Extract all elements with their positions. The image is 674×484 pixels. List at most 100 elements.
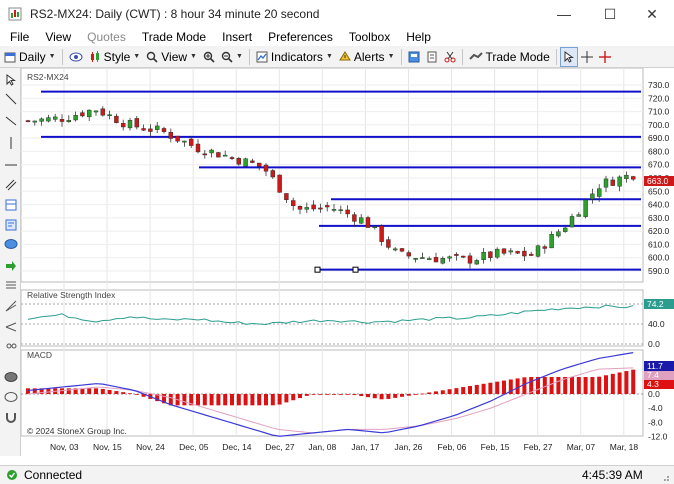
macd-histogram-bar bbox=[26, 388, 30, 394]
view-menu-button[interactable]: View ▼ bbox=[143, 47, 200, 67]
price-panel[interactable] bbox=[20, 67, 644, 283]
candle-up bbox=[413, 258, 418, 260]
macd-histogram-bar bbox=[291, 394, 296, 401]
candle-down bbox=[141, 128, 146, 131]
pattern-tool-button[interactable] bbox=[3, 277, 18, 292]
cycle-icon bbox=[6, 343, 16, 348]
ellipse-tool-button[interactable] bbox=[3, 236, 18, 251]
macd-histogram-bar bbox=[468, 385, 472, 394]
menu-bar: File View Quotes Trade Mode Insert Prefe… bbox=[0, 28, 674, 46]
pitchfork-tool-button[interactable] bbox=[3, 319, 18, 334]
macd-histogram-bar bbox=[46, 388, 51, 394]
trade-mode-button[interactable]: Trade Mode bbox=[466, 47, 553, 67]
zoom-out-button[interactable]: ▼ bbox=[218, 47, 246, 67]
alert-icon bbox=[338, 50, 351, 60]
menu-toolbox[interactable]: Toolbox bbox=[341, 30, 398, 44]
macd-axis-label: 0.0 bbox=[648, 389, 660, 399]
arrow-tool-button[interactable] bbox=[3, 258, 18, 273]
vertical-line-tool-button[interactable] bbox=[3, 135, 18, 150]
chart-area[interactable]: 80.040.00.0 4.00.0-4.0-8.0-12.0 730.0720… bbox=[20, 67, 674, 456]
save-layout-button[interactable] bbox=[405, 47, 423, 67]
ray-icon bbox=[5, 116, 16, 125]
connection-status: Connected bbox=[24, 468, 83, 482]
crosshair-red-tool-button[interactable] bbox=[596, 47, 614, 67]
lock-tool-button[interactable] bbox=[3, 389, 18, 404]
macd-histogram-bar bbox=[631, 369, 636, 394]
fibonacci-tool-button[interactable] bbox=[3, 197, 18, 212]
macd-histogram-bar bbox=[311, 394, 316, 395]
crosshair-tool-button[interactable] bbox=[578, 47, 596, 67]
macd-histogram-bar bbox=[617, 372, 622, 394]
horizontal-line-tool-button[interactable] bbox=[3, 157, 18, 172]
rsi-axis-label: 0.0 bbox=[648, 339, 660, 349]
menu-trade-mode[interactable]: Trade Mode bbox=[134, 30, 214, 44]
eye-button[interactable] bbox=[66, 47, 86, 67]
interval-selector[interactable]: Daily ▼ bbox=[0, 47, 59, 67]
candle-down bbox=[161, 128, 167, 132]
select-tool-button[interactable] bbox=[3, 72, 18, 87]
chart-canvas[interactable]: 80.040.00.0 4.00.0-4.0-8.0-12.0 730.0720… bbox=[20, 67, 674, 456]
candle-up bbox=[617, 176, 622, 187]
ray-tool-button[interactable] bbox=[3, 113, 18, 128]
macd-histogram-bar bbox=[372, 394, 377, 399]
trendline-tool-button[interactable] bbox=[3, 91, 18, 106]
menu-insert[interactable]: Insert bbox=[214, 30, 260, 44]
candle-down bbox=[188, 138, 194, 146]
macd-histogram-bar bbox=[393, 394, 398, 398]
minimize-button[interactable]: — bbox=[542, 0, 586, 28]
alerts-menu-button[interactable]: Alerts ▼ bbox=[336, 47, 398, 67]
channel-icon bbox=[5, 179, 16, 190]
candlestick-icon bbox=[90, 50, 99, 62]
price-axis-label: 600.0 bbox=[648, 253, 670, 263]
rsi-panel-label: Relative Strength Index bbox=[27, 290, 116, 300]
price-axis-label: 730.0 bbox=[648, 80, 670, 90]
template-button[interactable] bbox=[423, 47, 441, 67]
text-tool-button[interactable] bbox=[3, 217, 18, 232]
date-axis-label: Nov, 15 bbox=[93, 442, 122, 452]
menu-view[interactable]: View bbox=[37, 30, 79, 44]
indicators-menu-button[interactable]: Indicators ▼ bbox=[253, 47, 336, 67]
channel-tool-button[interactable] bbox=[3, 177, 18, 192]
indicators-icon bbox=[256, 51, 268, 62]
price-axis-label: 670.0 bbox=[648, 160, 670, 170]
candle-down bbox=[467, 255, 473, 264]
close-button[interactable]: ✕ bbox=[630, 0, 674, 28]
candle-up bbox=[597, 188, 602, 197]
candle-up bbox=[304, 207, 309, 210]
maximize-button[interactable]: ☐ bbox=[588, 0, 632, 28]
menu-quotes[interactable]: Quotes bbox=[79, 30, 134, 44]
candle-up bbox=[624, 174, 629, 180]
tools-button[interactable] bbox=[441, 47, 459, 67]
macd-histogram-bar bbox=[434, 391, 438, 394]
menu-preferences[interactable]: Preferences bbox=[260, 30, 341, 44]
cursor-arrow-icon bbox=[6, 73, 16, 86]
candle-up bbox=[603, 178, 609, 188]
candle-down bbox=[250, 160, 255, 163]
style-menu-button[interactable]: Style ▼ bbox=[86, 47, 144, 67]
macd-histogram-bar bbox=[202, 394, 207, 406]
pointer-tool-button[interactable] bbox=[559, 46, 578, 67]
zoom-in-button[interactable] bbox=[200, 47, 218, 67]
candle-up bbox=[583, 199, 588, 217]
candle-down bbox=[399, 248, 405, 252]
candle-down bbox=[134, 118, 140, 128]
macd-histogram-bar bbox=[182, 394, 187, 406]
magnet-tool-button[interactable] bbox=[3, 409, 18, 424]
gann-tool-button[interactable] bbox=[3, 298, 18, 313]
menu-file[interactable]: File bbox=[0, 30, 37, 44]
indicators-label: Indicators bbox=[270, 49, 323, 64]
red-crosshair-icon bbox=[598, 50, 611, 63]
candle-down bbox=[270, 170, 276, 178]
candle-down bbox=[406, 252, 411, 257]
cycle-tool-button[interactable] bbox=[3, 338, 18, 353]
zoom-out-icon bbox=[221, 51, 233, 63]
candle-up bbox=[447, 256, 452, 259]
date-axis-label: Jan, 26 bbox=[394, 442, 422, 452]
resize-grip-icon[interactable] bbox=[660, 472, 670, 482]
eraser-tool-button[interactable] bbox=[3, 369, 18, 384]
clock-time: 4:45:39 AM bbox=[582, 468, 643, 482]
macd-histogram-bar bbox=[100, 388, 105, 394]
menu-help[interactable]: Help bbox=[398, 30, 439, 44]
candle-up bbox=[154, 125, 160, 130]
candle-up bbox=[427, 258, 432, 260]
